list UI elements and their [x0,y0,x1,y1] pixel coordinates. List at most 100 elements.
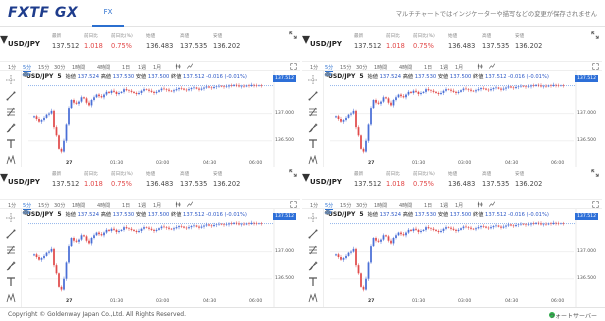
candle-type-icon[interactable] [174,201,182,208]
chart-area[interactable]: USD/JPY 5 始値 137.524 高値 137.530 安値 137.500… [324,71,602,169]
text-icon[interactable] [6,277,16,287]
timeframe-3[interactable]: 30分 [54,202,65,209]
candle-type-icon[interactable] [174,63,182,70]
fib-icon[interactable] [308,107,318,117]
timeframe-8[interactable]: 1月 [455,202,463,209]
brush-icon[interactable] [308,261,318,271]
timeframe-4[interactable]: 1時間 [374,64,387,71]
fib-icon[interactable] [6,107,16,117]
symbol-selector[interactable]: USD/JPY [310,40,342,48]
timeframe-bar: 1分 5分 15分 30分 1時間 4時間 1日 1週 1月 [302,199,602,210]
indicator-icon[interactable] [186,63,194,70]
indicator-icon[interactable] [488,63,496,70]
timeframe-8[interactable]: 1月 [153,202,161,209]
brush-icon[interactable] [308,123,318,133]
timeframe-5[interactable]: 4時間 [97,202,110,209]
pattern-icon[interactable] [6,293,16,303]
candle [53,247,55,268]
timeframe-4[interactable]: 1時間 [374,202,387,209]
timeframe-6[interactable]: 1日 [424,202,432,209]
crosshair-icon[interactable] [308,213,318,223]
chevron-down-icon[interactable]: ▾ [302,167,310,186]
pattern-icon[interactable] [6,155,16,165]
timeframe-6[interactable]: 1日 [122,202,130,209]
text-icon[interactable] [308,139,318,149]
timeframe-2[interactable]: 15分 [340,64,351,71]
indicator-icon[interactable] [488,201,496,208]
timeframe-5[interactable]: 4時間 [399,64,412,71]
candlestick-chart[interactable] [324,209,602,307]
timeframe-6[interactable]: 1日 [424,64,432,71]
timeframe-0[interactable]: 1分 [8,202,16,209]
timeframe-7[interactable]: 1週 [138,64,146,71]
timeframe-3[interactable]: 30分 [356,202,367,209]
fib-icon[interactable] [6,245,16,255]
x-tick-label: 03:00 [156,299,170,304]
chevron-down-icon[interactable]: ▾ [302,29,310,48]
crosshair-icon[interactable] [308,75,318,85]
timeframe-7[interactable]: 1週 [440,64,448,71]
expand-icon[interactable] [591,31,599,39]
timeframe-0[interactable]: 1分 [8,64,16,71]
timeframe-0[interactable]: 1分 [310,64,318,71]
candle [165,226,168,230]
gear-icon[interactable] [22,71,29,78]
fullscreen-icon[interactable] [290,201,297,208]
pattern-icon[interactable] [308,293,318,303]
timeframe-0[interactable]: 1分 [310,202,318,209]
crosshair-icon[interactable] [6,75,16,85]
gear-icon[interactable] [22,209,29,216]
timeframe-7[interactable]: 1週 [138,202,146,209]
timeframe-8[interactable]: 1月 [455,64,463,71]
timeframe-5[interactable]: 4時間 [97,64,110,71]
timeframe-3[interactable]: 30分 [54,64,65,71]
timeframe-2[interactable]: 15分 [38,202,49,209]
gear-icon[interactable] [324,71,331,78]
chart-area[interactable]: USD/JPY 5 始値 137.524 高値 137.530 安値 137.500… [22,209,300,307]
expand-icon[interactable] [289,169,297,177]
candle-type-icon[interactable] [476,63,484,70]
expand-icon[interactable] [289,31,297,39]
fullscreen-icon[interactable] [592,63,599,70]
candle [108,91,110,94]
timeframe-4[interactable]: 1時間 [72,64,85,71]
expand-icon[interactable] [591,169,599,177]
indicator-icon[interactable] [186,201,194,208]
timeframe-3[interactable]: 30分 [356,64,367,71]
trend-line-icon[interactable] [308,229,318,239]
symbol-selector[interactable]: USD/JPY [8,40,40,48]
fullscreen-icon[interactable] [592,201,599,208]
chevron-down-icon[interactable]: ▾ [0,29,8,48]
timeframe-2[interactable]: 15分 [38,64,49,71]
gear-icon[interactable] [324,209,331,216]
candle [527,222,530,227]
candlestick-chart[interactable] [22,71,300,169]
candlestick-chart[interactable] [324,71,602,169]
crosshair-icon[interactable] [6,213,16,223]
timeframe-5[interactable]: 4時間 [399,202,412,209]
candle-type-icon[interactable] [476,201,484,208]
trend-line-icon[interactable] [6,91,16,101]
timeframe-6[interactable]: 1日 [122,64,130,71]
logo[interactable]: FXTF GX [8,5,78,21]
fib-icon[interactable] [308,245,318,255]
symbol-selector[interactable]: USD/JPY [310,178,342,186]
trend-line-icon[interactable] [308,91,318,101]
trend-line-icon[interactable] [6,229,16,239]
chart-area[interactable]: USD/JPY 5 始値 137.524 高値 137.530 安値 137.500… [324,209,602,307]
brush-icon[interactable] [6,261,16,271]
fullscreen-icon[interactable] [290,63,297,70]
timeframe-2[interactable]: 15分 [340,202,351,209]
candlestick-chart[interactable] [22,209,300,307]
brush-icon[interactable] [6,123,16,133]
timeframe-4[interactable]: 1時間 [72,202,85,209]
tab-fx[interactable]: FX [92,0,124,27]
text-icon[interactable] [6,139,16,149]
symbol-selector[interactable]: USD/JPY [8,178,40,186]
chevron-down-icon[interactable]: ▾ [0,167,8,186]
timeframe-8[interactable]: 1月 [153,64,161,71]
text-icon[interactable] [308,277,318,287]
chart-area[interactable]: USD/JPY 5 始値 137.524 高値 137.530 安値 137.500… [22,71,300,169]
pattern-icon[interactable] [308,155,318,165]
timeframe-7[interactable]: 1週 [440,202,448,209]
